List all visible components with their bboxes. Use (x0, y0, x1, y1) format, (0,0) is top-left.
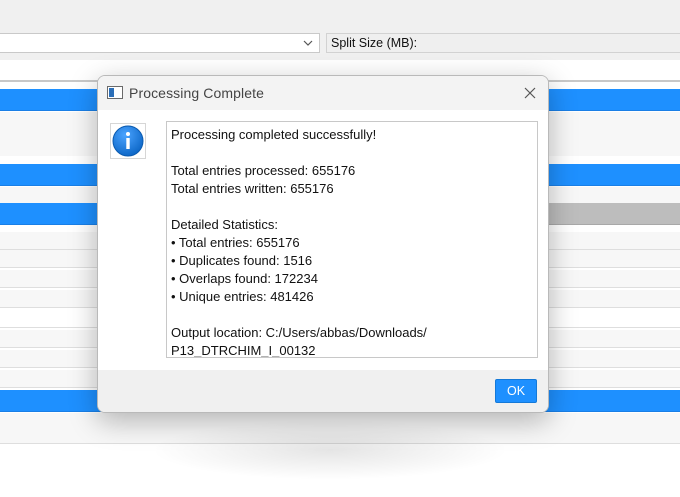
message-textbox[interactable]: Processing completed successfully! Total… (166, 121, 538, 358)
message-line: Total entries processed: 655176 (171, 163, 356, 178)
message-line: Total entries written: 655176 (171, 181, 334, 196)
processing-complete-dialog: Processing Complete Processing completed… (97, 75, 549, 413)
dialog-titlebar[interactable]: Processing Complete (98, 76, 548, 110)
split-size-label: Split Size (MB): (326, 33, 680, 53)
dialog-title: Processing Complete (129, 85, 264, 101)
file-combobox[interactable] (0, 33, 320, 53)
message-line: Output location: C:/Users/abbas/Download… (171, 325, 427, 340)
info-icon-frame (110, 123, 146, 159)
close-button[interactable] (516, 80, 544, 106)
message-line (171, 144, 533, 162)
message-line: Processing completed successfully! (171, 127, 377, 142)
message-line: • Overlaps found: 172234 (171, 271, 318, 286)
dialog-shadow (150, 420, 510, 480)
message-line: Detailed Statistics: (171, 217, 278, 232)
message-line (171, 198, 533, 216)
dialog-footer: OK (98, 370, 548, 412)
message-line: P13_DTRCHIM_I_00132 (171, 343, 316, 358)
message-line: • Unique entries: 481426 (171, 289, 314, 304)
message-line: • Total entries: 655176 (171, 235, 300, 250)
table-row[interactable] (549, 203, 680, 225)
ok-button[interactable]: OK (495, 379, 537, 403)
toolbar-area: Split Size (MB): (0, 0, 680, 60)
window-icon (107, 86, 123, 99)
message-line: • Duplicates found: 1516 (171, 253, 313, 268)
close-icon (524, 87, 536, 99)
info-icon (112, 125, 144, 157)
chevron-down-icon[interactable] (303, 36, 313, 50)
message-line (171, 306, 533, 324)
